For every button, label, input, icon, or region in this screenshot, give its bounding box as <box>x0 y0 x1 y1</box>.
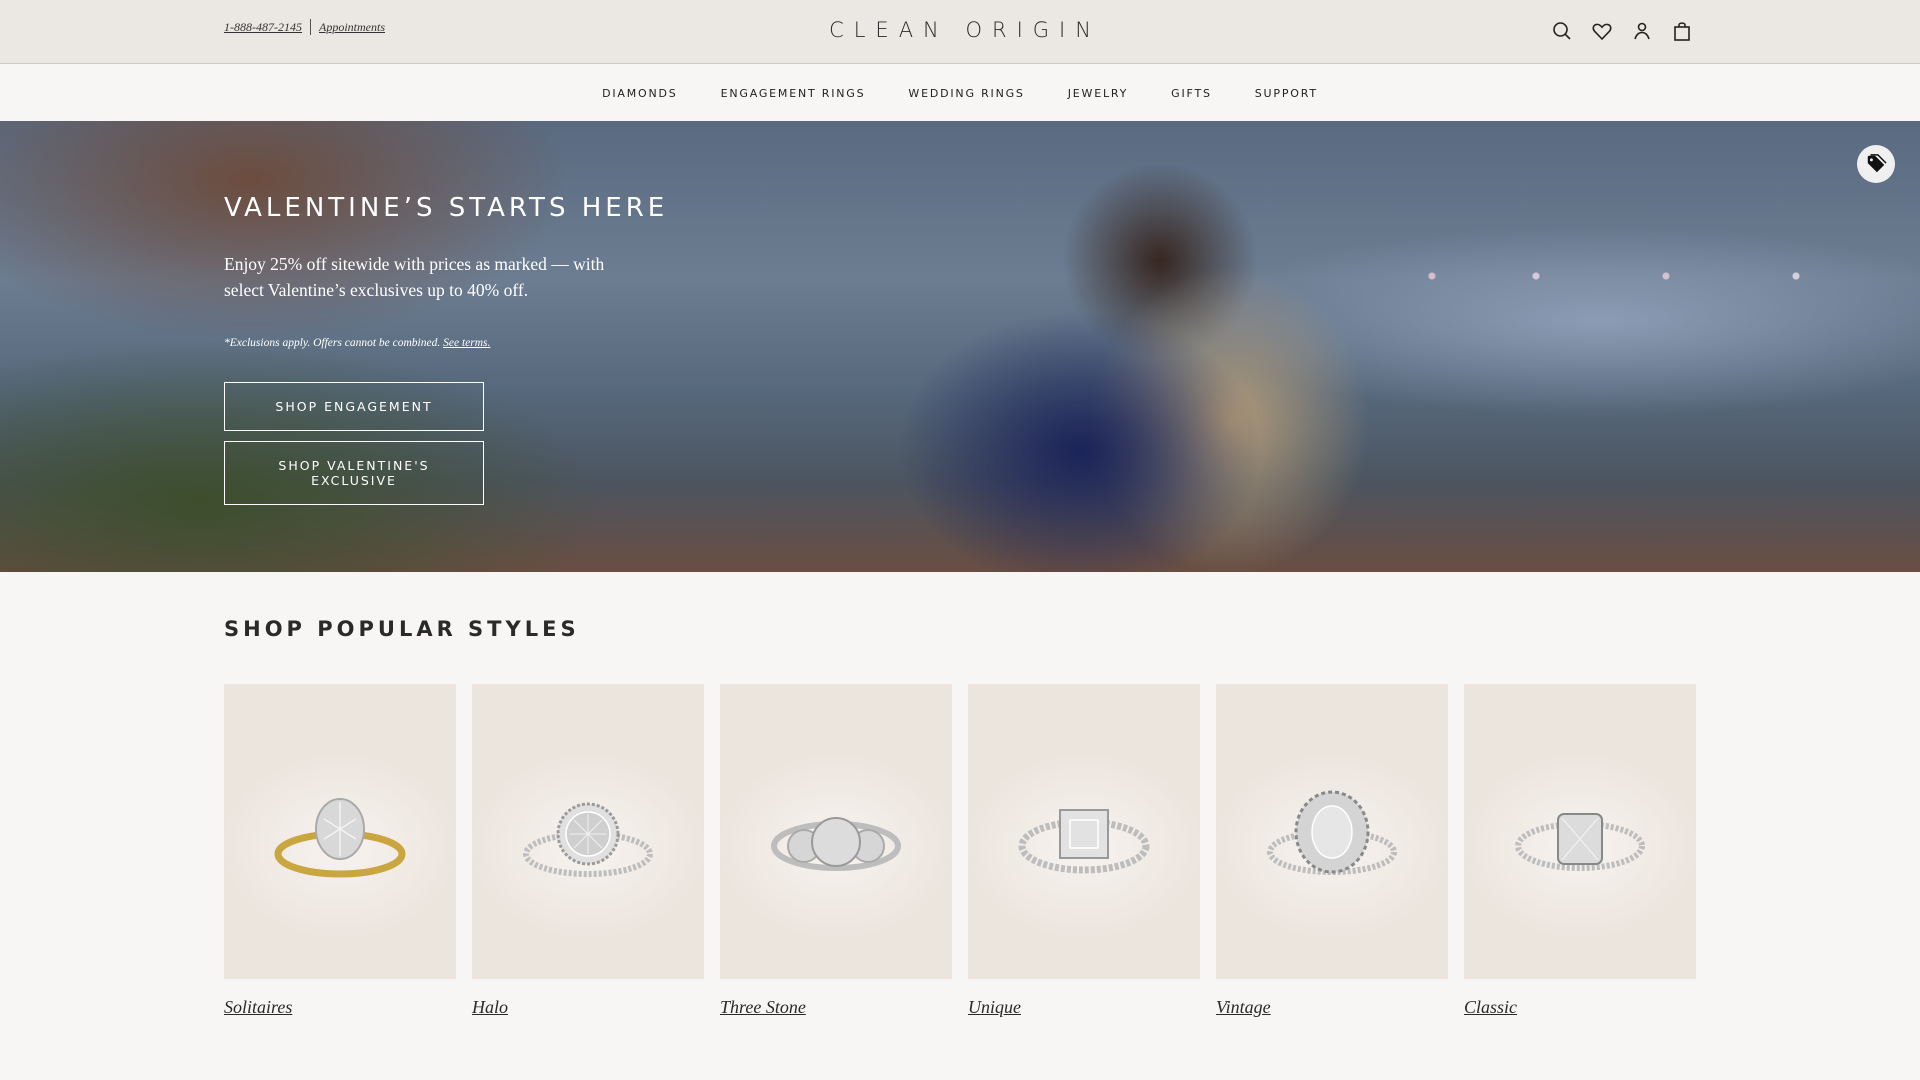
nav-item-wedding-rings[interactable]: WEDDING RINGS <box>908 87 1024 100</box>
nav-item-jewelry[interactable]: JEWELRY <box>1068 87 1128 100</box>
nav-item-gifts[interactable]: GIFTS <box>1171 87 1212 100</box>
header-icons <box>1550 19 1694 43</box>
style-card-halo[interactable]: Halo <box>472 684 704 1018</box>
account-icon[interactable] <box>1630 19 1654 43</box>
ring-illustration <box>523 802 653 877</box>
hero-disclaimer: *Exclusions apply. Offers cannot be comb… <box>224 337 490 349</box>
style-label[interactable]: Vintage <box>1216 997 1448 1018</box>
nav-item-support[interactable]: SUPPORT <box>1255 87 1318 100</box>
ring-illustration <box>771 817 901 871</box>
ring-image <box>968 684 1200 979</box>
style-card-vintage[interactable]: Vintage <box>1216 684 1448 1018</box>
style-card-three-stone[interactable]: Three Stone <box>720 684 952 1018</box>
style-label[interactable]: Solitaires <box>224 997 456 1018</box>
hero-disclaimer-text: *Exclusions apply. Offers cannot be comb… <box>224 337 441 349</box>
tag-icon[interactable] <box>1857 145 1895 183</box>
section-title-popular-styles: SHOP POPULAR STYLES <box>224 617 580 641</box>
popular-styles-list: Solitaires Halo Three Stone Unique Vinta… <box>224 684 1696 1018</box>
hero-background-lights <box>1380 261 1900 291</box>
ring-image <box>720 684 952 979</box>
ring-image <box>224 684 456 979</box>
nav-item-engagement-rings[interactable]: ENGAGEMENT RINGS <box>721 87 866 100</box>
see-terms-link[interactable]: See terms. <box>443 337 490 349</box>
heart-icon[interactable] <box>1590 19 1614 43</box>
ring-illustration <box>1018 809 1150 874</box>
style-card-unique[interactable]: Unique <box>968 684 1200 1018</box>
ring-image <box>1464 684 1696 979</box>
search-icon[interactable] <box>1550 19 1574 43</box>
main-nav: DIAMONDS ENGAGEMENT RINGS WEDDING RINGS … <box>0 65 1920 121</box>
ring-image <box>472 684 704 979</box>
ring-illustration <box>1267 790 1397 875</box>
shop-engagement-button[interactable]: SHOP ENGAGEMENT <box>224 382 484 431</box>
hero-banner: VALENTINE’S STARTS HERE Enjoy 25% off si… <box>0 121 1920 572</box>
style-card-classic[interactable]: Classic <box>1464 684 1696 1018</box>
style-card-solitaires[interactable]: Solitaires <box>224 684 456 1018</box>
style-label[interactable]: Halo <box>472 997 704 1018</box>
style-label[interactable]: Three Stone <box>720 997 952 1018</box>
ring-image <box>1216 684 1448 979</box>
style-label[interactable]: Unique <box>968 997 1200 1018</box>
bag-icon[interactable] <box>1670 19 1694 43</box>
hero-title: VALENTINE’S STARTS HERE <box>224 193 669 223</box>
hero-body: Enjoy 25% off sitewide with prices as ma… <box>224 254 605 300</box>
nav-item-diamonds[interactable]: DIAMONDS <box>602 87 677 100</box>
style-label[interactable]: Classic <box>1464 997 1696 1018</box>
shop-valentines-exclusive-button[interactable]: SHOP VALENTINE'S EXCLUSIVE <box>224 441 484 505</box>
top-bar: 1-888-487-2145 Appointments CLEAN ORIGIN <box>0 0 1920 64</box>
ring-illustration <box>1515 813 1645 871</box>
ring-illustration <box>274 798 406 878</box>
